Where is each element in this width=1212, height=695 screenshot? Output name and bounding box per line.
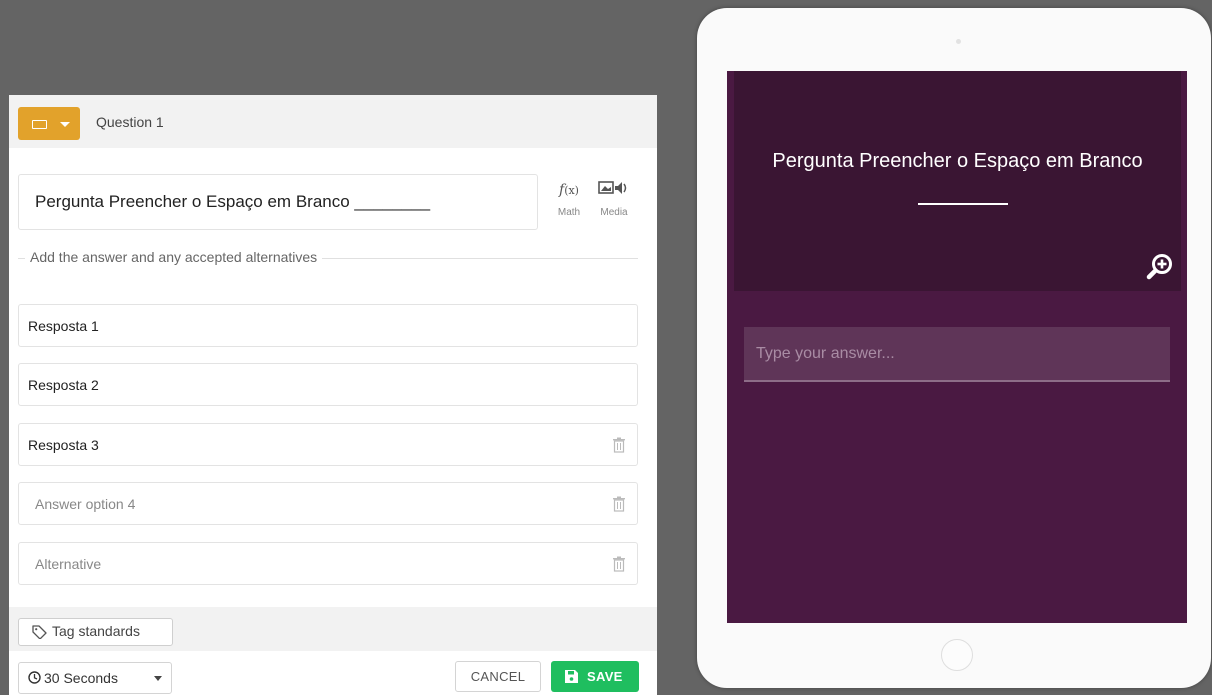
answer-placeholder: Answer option 4 — [35, 496, 136, 512]
answer-value: Resposta 1 — [28, 318, 99, 334]
preview-screen: Pergunta Preencher o Espaço em Branco Ty… — [727, 71, 1187, 623]
tablet-camera — [956, 39, 961, 44]
answer-field-2[interactable]: Resposta 2 — [18, 363, 638, 406]
answer-field-5[interactable]: Alternative — [18, 542, 638, 585]
question-type-dropdown[interactable] — [18, 107, 80, 140]
tag-standards-label: Tag standards — [52, 623, 140, 639]
save-label: SAVE — [587, 669, 623, 684]
editor-header: Question 1 — [9, 95, 657, 148]
clock-icon — [28, 671, 41, 684]
time-limit-select[interactable]: 30 Seconds — [18, 662, 172, 694]
answer-value: Resposta 2 — [28, 377, 99, 393]
answer-field-4[interactable]: Answer option 4 — [18, 482, 638, 525]
chevron-down-icon — [60, 122, 70, 127]
preview-answer-placeholder: Type your answer... — [756, 345, 895, 362]
media-icon — [592, 179, 636, 201]
answer-placeholder: Alternative — [35, 556, 102, 572]
preview-question-area: Pergunta Preencher o Espaço em Branco — [734, 71, 1181, 291]
trash-icon[interactable] — [612, 496, 626, 512]
answer-field-3[interactable]: Resposta 3 — [18, 423, 638, 466]
preview-blank-line — [918, 203, 1008, 205]
question-input[interactable]: Pergunta Preencher o Espaço em Branco __… — [18, 174, 538, 230]
answer-value: Resposta 3 — [28, 437, 99, 453]
preview-answer-input[interactable]: Type your answer... — [744, 327, 1170, 382]
function-icon: f(x) — [559, 182, 579, 198]
chevron-down-icon — [154, 676, 162, 681]
cancel-button[interactable]: CANCEL — [455, 661, 541, 692]
tag-standards-button[interactable]: Tag standards — [18, 618, 173, 646]
media-button[interactable]: Media — [592, 179, 636, 218]
media-label: Media — [600, 207, 628, 218]
tablet-home-button — [941, 639, 973, 671]
answer-field-1[interactable]: Resposta 1 — [18, 304, 638, 347]
tag-icon — [32, 625, 47, 639]
tablet-preview: Pergunta Preencher o Espaço em Branco Ty… — [697, 8, 1211, 688]
trash-icon[interactable] — [612, 437, 626, 453]
save-button[interactable]: SAVE — [551, 661, 639, 692]
floppy-disk-icon — [565, 670, 578, 683]
question-editor: Question 1 Pergunta Preencher o Espaço e… — [9, 95, 657, 695]
trash-icon[interactable] — [612, 556, 626, 572]
zoom-in-icon[interactable] — [1146, 253, 1174, 281]
question-text: Pergunta Preencher o Espaço em Branco __… — [35, 192, 431, 211]
math-label: Math — [557, 207, 581, 218]
rectangle-icon — [32, 120, 47, 129]
bottom-bar: 30 Seconds CANCEL SAVE — [9, 651, 657, 695]
answers-hint: Add the answer and any accepted alternat… — [25, 249, 323, 265]
math-button[interactable]: f(x) Math — [547, 179, 591, 218]
time-limit-value: 30 Seconds — [44, 670, 118, 686]
question-number-label: Question 1 — [96, 114, 164, 130]
preview-question-title: Pergunta Preencher o Espaço em Branco — [772, 150, 1143, 172]
